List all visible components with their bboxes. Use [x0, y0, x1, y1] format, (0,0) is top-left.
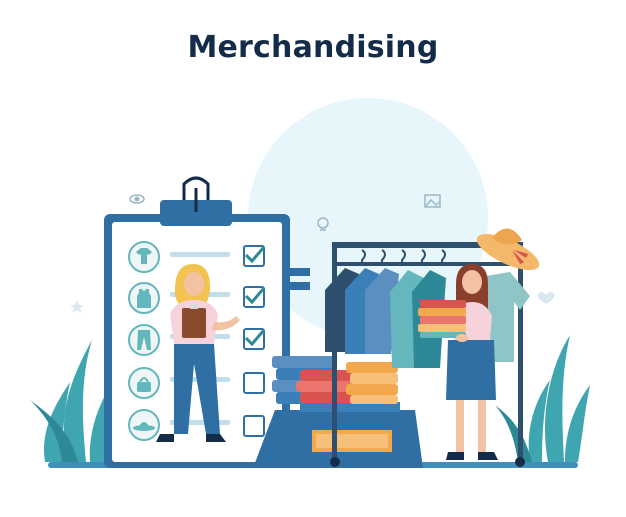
merchandising-scene	[30, 98, 590, 468]
star-icon	[70, 300, 84, 313]
heart-icon	[537, 291, 555, 304]
tank-top-icon	[137, 289, 151, 308]
eye-icon	[129, 194, 145, 204]
left-plants	[30, 340, 115, 462]
illustration-stage: Merchandising	[0, 0, 626, 517]
